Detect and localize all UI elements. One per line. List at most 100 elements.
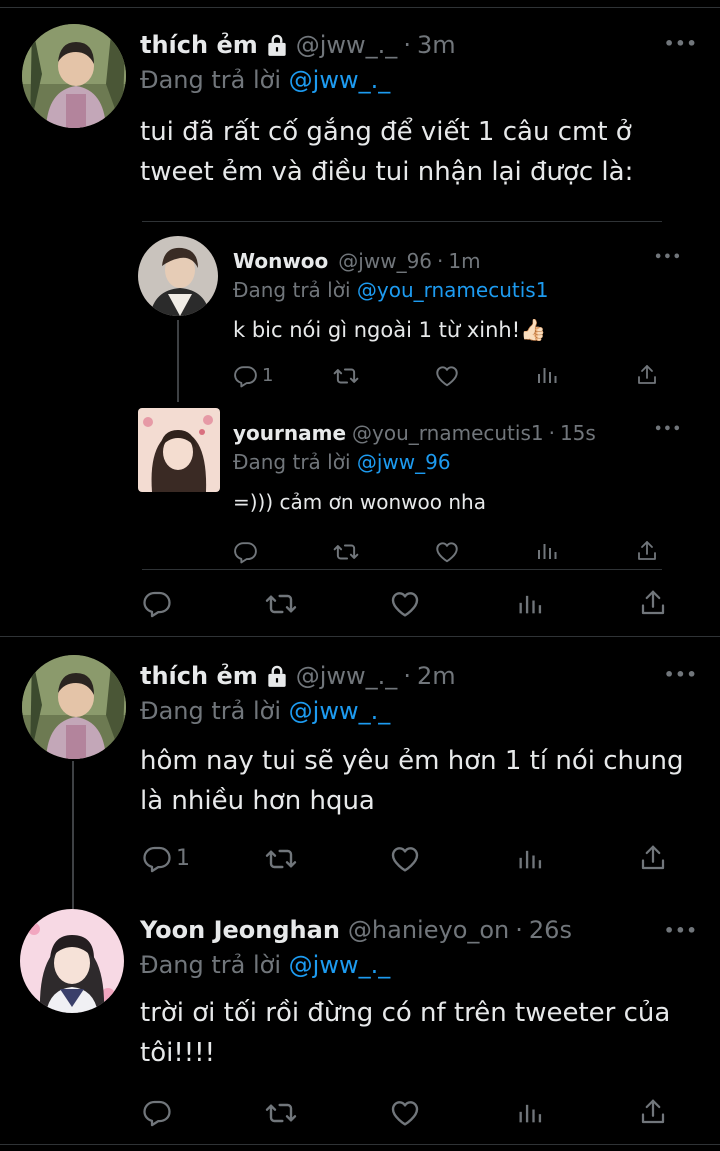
retweet-button[interactable] — [333, 539, 359, 565]
mention-link[interactable]: @jww_96 — [357, 450, 451, 474]
share-button[interactable] — [635, 363, 659, 387]
replying-prefix: Đang trả lời — [233, 278, 351, 302]
views-button[interactable] — [535, 539, 559, 563]
replying-prefix: Đang trả lời — [140, 951, 282, 979]
timestamp[interactable]: 1m — [448, 249, 480, 273]
share-icon — [638, 1097, 668, 1127]
nested-tweet[interactable]: yourname @you_rnamecutis1 · 15s ••• Đang… — [138, 404, 681, 565]
retweet-button[interactable] — [265, 1097, 297, 1129]
views-button[interactable] — [516, 590, 544, 618]
avatar[interactable] — [22, 655, 126, 759]
reply-button[interactable] — [233, 539, 258, 564]
handle[interactable]: @you_rnamecutis1 — [352, 421, 544, 445]
tweet-text: hôm nay tui sẽ yêu ẻm hơn 1 tí nói chung… — [140, 741, 700, 821]
timestamp[interactable]: 15s — [560, 421, 596, 445]
replying-prefix: Đang trả lời — [233, 450, 351, 474]
views-button[interactable] — [516, 845, 544, 873]
views-icon — [516, 1099, 544, 1127]
mention-link[interactable]: @you_rnamecutis1 — [357, 278, 549, 302]
separator: · — [548, 421, 555, 445]
avatar[interactable] — [138, 408, 220, 492]
retweet-button[interactable] — [265, 843, 297, 875]
share-icon — [638, 588, 668, 618]
views-icon — [516, 590, 544, 618]
reply-icon — [142, 843, 172, 873]
handle[interactable]: @jww_._ — [296, 662, 398, 690]
reply-button[interactable]: 1 — [142, 843, 190, 873]
thread-line — [72, 761, 74, 911]
retweet-icon — [265, 843, 297, 875]
mention-link[interactable]: @jww_._ — [289, 951, 391, 979]
reply-icon — [142, 588, 172, 618]
share-button[interactable] — [638, 843, 668, 873]
reply-icon — [233, 363, 258, 388]
tweet-header: Wonwoo @jww_96 · 1m — [233, 248, 481, 274]
more-icon[interactable]: ••• — [654, 422, 682, 437]
replying-prefix: Đang trả lời — [140, 66, 282, 94]
handle[interactable]: @hanieyo_on — [348, 916, 509, 944]
tweet[interactable]: thích ẻm @jww_._ · 2m ••• Đang trả lời @… — [0, 637, 720, 911]
retweet-button[interactable] — [265, 588, 297, 620]
reply-button[interactable] — [142, 588, 172, 618]
mention-link[interactable]: @jww_._ — [289, 697, 391, 725]
views-button[interactable] — [535, 363, 559, 387]
inner-divider — [142, 569, 662, 570]
tweet-text-line: là nhiều hơn hqua — [140, 786, 375, 816]
display-name[interactable]: thích ẻm — [140, 31, 258, 59]
tweet-text: trời ơi tối rồi đừng có nf trên tweeter … — [140, 993, 700, 1073]
like-button[interactable] — [434, 539, 460, 565]
handle[interactable]: @jww_96 — [338, 249, 432, 273]
handle[interactable]: @jww_._ — [296, 31, 398, 59]
timestamp[interactable]: 3m — [417, 31, 456, 59]
views-icon — [535, 363, 559, 387]
separator: · — [437, 249, 444, 273]
tweet-text: =))) cảm ơn wonwoo nha — [233, 490, 486, 514]
separator: · — [403, 31, 411, 59]
share-button[interactable] — [638, 1097, 668, 1127]
share-icon — [635, 363, 659, 387]
avatar[interactable] — [22, 24, 126, 128]
reply-button[interactable]: 1 — [233, 363, 273, 388]
timestamp[interactable]: 2m — [417, 662, 456, 690]
replying-prefix: Đang trả lời — [140, 697, 282, 725]
share-button[interactable] — [635, 539, 659, 563]
tweet[interactable]: thích ẻm @jww_._ · 3m ••• Đang trả lời @… — [0, 8, 720, 636]
retweet-button[interactable] — [333, 363, 359, 389]
nested-tweet[interactable]: Wonwoo @jww_96 · 1m ••• Đang trả lời @yo… — [138, 232, 681, 402]
reply-button[interactable] — [142, 1097, 172, 1127]
display-name[interactable]: yourname — [233, 421, 346, 445]
tweet-divider — [0, 1144, 720, 1145]
avatar[interactable] — [20, 909, 124, 1013]
tweet-text-line: hôm nay tui sẽ yêu ẻm hơn 1 tí nói chung — [140, 746, 684, 776]
display-name[interactable]: thích ẻm — [140, 662, 258, 690]
more-icon[interactable]: ••• — [664, 34, 698, 53]
tweet-header: yourname @you_rnamecutis1 · 15s — [233, 420, 596, 446]
timestamp[interactable]: 26s — [529, 916, 572, 944]
inner-divider — [142, 221, 662, 222]
more-icon[interactable]: ••• — [654, 250, 682, 265]
share-button[interactable] — [638, 588, 668, 618]
more-icon[interactable]: ••• — [664, 921, 698, 940]
replying-to: Đang trả lời @jww_96 — [233, 450, 451, 474]
like-button[interactable] — [389, 843, 421, 875]
reply-count: 1 — [262, 365, 274, 386]
more-icon[interactable]: ••• — [664, 665, 698, 684]
display-name[interactable]: Yoon Jeonghan — [140, 916, 340, 944]
views-button[interactable] — [516, 1099, 544, 1127]
like-icon — [389, 843, 421, 875]
mention-link[interactable]: @jww_._ — [289, 66, 391, 94]
replying-to: Đang trả lời @you_rnamecutis1 — [233, 278, 548, 302]
display-name[interactable]: Wonwoo — [233, 249, 328, 273]
like-button[interactable] — [389, 1097, 421, 1129]
tweet-header: thích ẻm @jww_._ · 2m — [140, 661, 456, 691]
like-button[interactable] — [389, 588, 421, 620]
replying-to: Đang trả lời @jww_._ — [140, 66, 390, 94]
tweet[interactable]: Yoon Jeonghan @hanieyo_on · 26s ••• Đang… — [0, 895, 720, 1143]
avatar[interactable] — [138, 236, 218, 316]
like-button[interactable] — [434, 363, 460, 389]
like-icon — [434, 539, 460, 565]
retweet-icon — [333, 363, 359, 389]
views-icon — [535, 539, 559, 563]
reply-count: 1 — [176, 845, 190, 871]
reply-icon — [142, 1097, 172, 1127]
